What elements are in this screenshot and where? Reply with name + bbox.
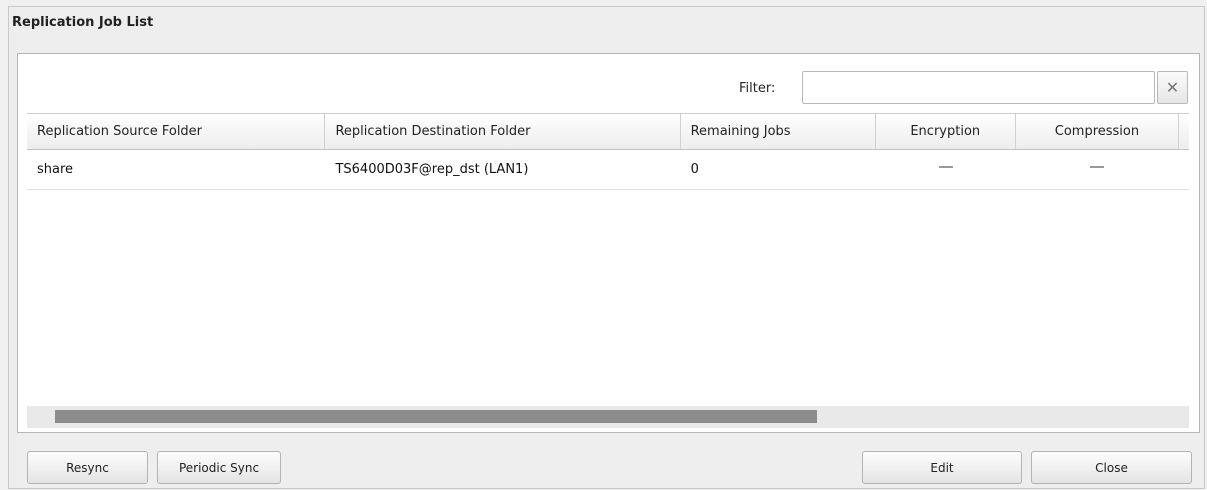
dash-icon [1090,165,1105,168]
close-icon: ✕ [1165,78,1180,97]
filter-label: Filter: [739,81,776,96]
periodic-sync-button[interactable]: Periodic Sync [157,451,281,484]
cell-encryption [876,150,1016,189]
column-header-spacer [1179,114,1189,149]
filter-input[interactable] [802,71,1155,104]
cell-source-folder: share [37,162,74,177]
dash-icon [938,165,953,168]
column-header-remaining-jobs[interactable]: Remaining Jobs [681,114,876,149]
cell-remaining-jobs: 0 [690,162,699,177]
job-list-panel [17,53,1200,433]
edit-button[interactable]: Edit [862,451,1022,484]
table-row[interactable]: share TS6400D03F@rep_dst (LAN1) 0 [27,150,1189,190]
cell-destination-folder: TS6400D03F@rep_dst (LAN1) [335,162,529,177]
horizontal-scrollbar[interactable] [27,406,1189,428]
close-button[interactable]: Close [1031,451,1192,484]
cell-spacer [1179,150,1189,189]
column-header-destination[interactable]: Replication Destination Folder [325,114,681,149]
column-header-encryption[interactable]: Encryption [876,114,1016,149]
table-header: Replication Source Folder Replication De… [27,113,1189,150]
dialog-title: Replication Job List [12,15,154,30]
scrollbar-thumb[interactable] [55,410,817,423]
filter-clear-button[interactable]: ✕ [1157,71,1188,104]
resync-button[interactable]: Resync [27,451,148,484]
column-header-compression[interactable]: Compression [1016,114,1179,149]
column-header-source[interactable]: Replication Source Folder [27,114,326,149]
cell-compression [1016,150,1179,189]
